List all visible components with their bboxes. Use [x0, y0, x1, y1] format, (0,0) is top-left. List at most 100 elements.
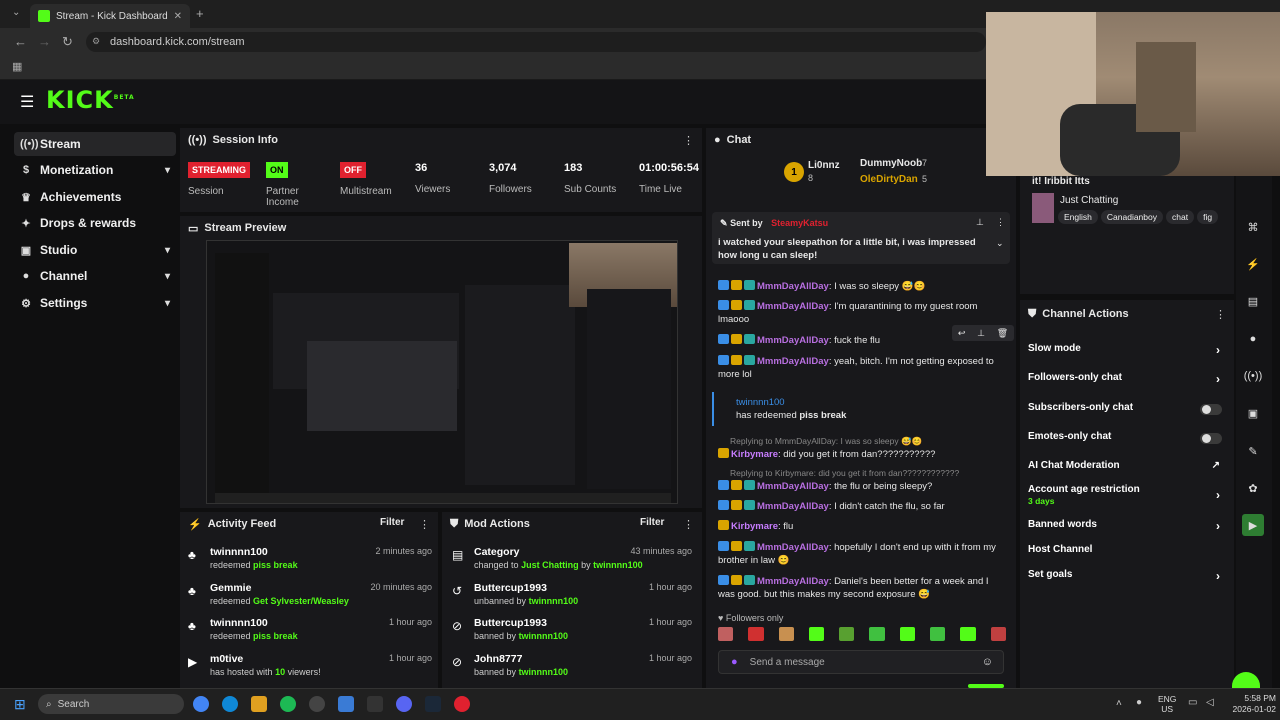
ai-moderation-action[interactable]: AI Chat Moderation ↗ [1028, 460, 1222, 478]
pin-icon[interactable]: ⊥ [977, 328, 985, 339]
calendar-icon[interactable]: ▣ [1242, 402, 1264, 424]
app-icon[interactable] [454, 696, 470, 712]
emotes-only-toggle[interactable] [1200, 433, 1222, 444]
chevron-down-icon[interactable]: ⌄ [996, 238, 1004, 249]
chat-message[interactable]: MmmDayAllDay: hopefully I don't end up w… [718, 541, 1008, 567]
stream-preview-video[interactable] [206, 240, 678, 504]
site-info-icon[interactable]: ⚙ [92, 36, 100, 47]
activity-row[interactable]: ♣ twinnnn100 redeemed piss break 1 hour ago [188, 617, 432, 651]
top-gifter-name[interactable]: Li0nnz [808, 160, 840, 171]
emote-icon[interactable] [869, 627, 885, 641]
chat-username[interactable]: MmmDayAllDay [757, 501, 829, 512]
chat-username[interactable]: MmmDayAllDay [757, 542, 829, 553]
emote-icon[interactable] [808, 627, 825, 641]
emoji-icon[interactable]: ☺ [982, 656, 993, 668]
set-goals-action[interactable]: Set goals › [1028, 569, 1222, 587]
delete-icon[interactable]: 🗑 [997, 328, 1008, 339]
sidebar-item-studio[interactable]: ▣ Studio ▾ [14, 238, 176, 262]
more-options-icon[interactable]: ⋮ [1215, 308, 1226, 321]
app-icon[interactable] [338, 696, 354, 712]
emote-icon[interactable] [778, 627, 794, 641]
clip-icon[interactable]: ⌘ [1242, 216, 1264, 238]
video-icon[interactable]: ▶ [1242, 514, 1264, 536]
microphone-tray-icon[interactable]: ● [1136, 697, 1142, 708]
app-icon[interactable] [367, 696, 383, 712]
gifter-name[interactable]: OleDirtyDan [860, 174, 918, 185]
pinned-message[interactable]: ✎ Sent by SteamyKatsu i watched your sle… [712, 212, 1010, 264]
chat-username[interactable]: Kirbymare [731, 521, 778, 532]
hamburger-menu-icon[interactable]: ☰ [20, 92, 34, 112]
host-channel-action[interactable]: Host Channel [1028, 544, 1222, 562]
chat-message[interactable]: MmmDayAllDay: I'm quarantining to my gue… [718, 300, 1008, 326]
emote-icon[interactable] [748, 627, 764, 641]
language-indicator[interactable]: ENG US [1158, 694, 1176, 714]
chat-username[interactable]: MmmDayAllDay [757, 576, 829, 587]
more-options-icon[interactable]: ⋮ [996, 217, 1005, 228]
broadcast-icon[interactable]: ((•)) [1242, 365, 1264, 387]
mod-row[interactable]: ↺ Buttercup1993 unbanned by twinnnn100 1 ho… [452, 582, 692, 616]
chrome-icon[interactable] [193, 696, 209, 712]
gifter-name[interactable]: DummyNoob [860, 158, 922, 169]
sidebar-item-stream[interactable]: ((•)) Stream [14, 132, 176, 156]
chat-username[interactable]: MmmDayAllDay [757, 301, 829, 312]
activity-row[interactable]: ♣ twinnnn100 redeemed piss break 2 minutes … [188, 546, 432, 580]
chat-message[interactable]: Kirbymare: did you get it from dan??????… [718, 448, 1008, 461]
emote-icon[interactable] [990, 627, 1006, 641]
activity-filter-button[interactable]: Filter [380, 517, 404, 528]
microphone-icon[interactable]: ● [731, 656, 738, 668]
stream-tag[interactable]: English [1058, 210, 1098, 224]
redeem-user[interactable]: twinnnn100 [736, 397, 785, 408]
forward-icon[interactable]: → [38, 34, 51, 49]
reply-context[interactable]: Replying to Kirbymare: did you get it fr… [730, 468, 959, 478]
chat-message[interactable]: MmmDayAllDay: the flu or being sleepy? [718, 480, 1008, 493]
unpin-icon[interactable]: ⊥ [976, 217, 984, 228]
system-clock[interactable]: 5:58 PM 2026-01-02 [1222, 693, 1276, 715]
mod-row[interactable]: ⊘ John8777 banned by twinnnn100 1 hour ago [452, 653, 692, 687]
chat-message[interactable]: MmmDayAllDay: yeah, bitch. I'm not getti… [718, 355, 1008, 381]
chat-username[interactable]: MmmDayAllDay [757, 481, 829, 492]
subscribers-only-toggle[interactable] [1200, 404, 1222, 415]
more-options-icon[interactable]: ⋮ [683, 518, 694, 531]
chat-bubble-icon[interactable]: ● [1242, 328, 1264, 350]
stream-category[interactable]: Just Chatting [1060, 195, 1118, 206]
chat-username[interactable]: Kirbymare [731, 449, 778, 460]
more-options-icon[interactable]: ⋮ [683, 134, 694, 147]
browser-tab[interactable]: Stream - Kick Dashboard ✕ [30, 4, 190, 28]
edge-icon[interactable] [222, 696, 238, 712]
chat-username[interactable]: MmmDayAllDay [757, 335, 829, 346]
slow-mode-action[interactable]: Slow mode › [1028, 343, 1222, 361]
emote-icon[interactable] [930, 627, 946, 641]
sidebar-item-achievements[interactable]: ♛ Achievements [14, 185, 176, 209]
sidebar-item-drops[interactable]: ✦ Drops & rewards [14, 211, 176, 235]
mod-filter-button[interactable]: Filter [640, 517, 664, 528]
sidebar-item-settings[interactable]: ⚙ Settings ▾ [14, 291, 176, 315]
sidebar-item-monetization[interactable]: $ Monetization ▾ [14, 158, 176, 182]
windows-start-icon[interactable]: ⊞ [14, 696, 26, 713]
tab-list-icon[interactable]: ⌄ [12, 7, 20, 18]
chat-username[interactable]: MmmDayAllDay [757, 356, 829, 367]
chat-username[interactable]: MmmDayAllDay [757, 281, 829, 292]
more-options-icon[interactable]: ⋮ [419, 518, 430, 531]
mod-row[interactable]: ⊘ Buttercup1993 banned by twinnnn100 1 hour… [452, 617, 692, 651]
spotify-icon[interactable] [280, 696, 296, 712]
emote-icon[interactable] [960, 627, 976, 641]
emote-icon[interactable] [839, 627, 855, 641]
tray-chevron-icon[interactable]: ˄ [1116, 698, 1122, 709]
lightning-icon[interactable]: ⚡ [1242, 253, 1264, 275]
subscribers-only-action[interactable]: Subscribers-only chat [1028, 402, 1222, 420]
kick-logo[interactable]: KICKBETA [46, 86, 135, 114]
reload-icon[interactable]: ↻ [62, 34, 73, 50]
banned-words-action[interactable]: Banned words › [1028, 519, 1222, 537]
reply-icon[interactable]: ↩ [958, 328, 966, 339]
stream-tag[interactable]: fig [1197, 210, 1219, 224]
followers-only-action[interactable]: Followers-only chat › [1028, 372, 1222, 390]
back-icon[interactable]: ← [14, 34, 27, 49]
discord-icon[interactable] [396, 696, 412, 712]
chat-message[interactable]: Kirbymare: flu [718, 520, 1008, 533]
steam-icon[interactable] [425, 696, 441, 712]
mod-row[interactable]: ▤ Category changed to Just Chatting by twi… [452, 546, 692, 580]
close-tab-icon[interactable]: ✕ [174, 11, 182, 22]
chat-message[interactable]: MmmDayAllDay: I was so sleepy 😅😊 [718, 280, 1008, 293]
emote-icon[interactable] [718, 627, 734, 641]
palette-icon[interactable]: ✿ [1242, 477, 1264, 499]
